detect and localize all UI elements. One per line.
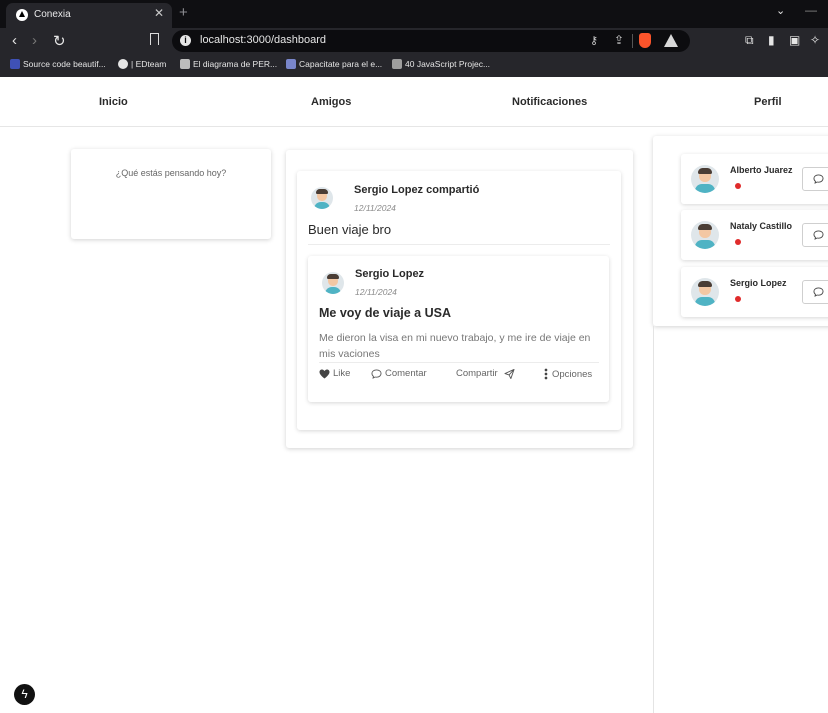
- comment-bubble-icon: [813, 287, 824, 297]
- like-button[interactable]: Like: [319, 368, 350, 379]
- bookmark-favicon-icon: [180, 59, 190, 69]
- avatar[interactable]: [691, 278, 719, 306]
- bookmark-favicon-icon: [118, 59, 128, 69]
- friend-name: Sergio Lopez: [730, 278, 787, 288]
- friend-item[interactable]: Nataly Castillo: [681, 210, 828, 260]
- tab-close-icon[interactable]: ✕: [154, 6, 164, 20]
- friend-item[interactable]: Sergio Lopez: [681, 267, 828, 317]
- url-text[interactable]: localhost:3000/dashboard: [200, 34, 326, 46]
- site-favicon-icon: [16, 9, 28, 21]
- bookmark-page-icon[interactable]: [150, 33, 159, 45]
- share-label: Compartir: [456, 368, 498, 379]
- bookmark-favicon-icon: [392, 59, 402, 69]
- sidebar-toggle-icon[interactable]: ▮: [768, 33, 775, 47]
- site-info-icon[interactable]: i: [180, 35, 191, 46]
- chat-button[interactable]: [802, 167, 828, 191]
- comment-bubble-icon: [371, 369, 382, 379]
- browser-tab-strip: Conexia ✕ + ⌄ —: [0, 0, 828, 28]
- avatar[interactable]: [322, 272, 344, 294]
- friend-name: Nataly Castillo: [730, 221, 793, 231]
- extensions-puzzle-icon[interactable]: ⧉: [745, 33, 754, 48]
- bookmark-item[interactable]: | EDteam: [118, 59, 166, 69]
- options-label: Opciones: [552, 369, 593, 380]
- nav-perfil[interactable]: Perfil: [754, 96, 782, 108]
- post-author[interactable]: Sergio Lopez: [355, 268, 424, 280]
- options-button[interactable]: Opciones: [543, 368, 592, 380]
- post-date: 12/11/2024: [355, 287, 397, 297]
- post-actions: Like Comentar Compartir Opciones: [308, 368, 609, 384]
- divider: [319, 362, 599, 363]
- bookmark-label: Capacitate para el e...: [299, 59, 383, 69]
- offline-status-dot: [735, 183, 741, 189]
- compose-post-card[interactable]: ¿Qué estás pensando hoy?: [71, 149, 271, 239]
- heart-icon: [319, 369, 330, 379]
- avatar[interactable]: [691, 165, 719, 193]
- omnibox-divider: [632, 34, 633, 48]
- brave-rewards-icon[interactable]: [664, 34, 678, 47]
- forward-icon[interactable]: ›: [32, 32, 37, 49]
- chat-button[interactable]: [802, 223, 828, 247]
- nav-amigos[interactable]: Amigos: [311, 96, 351, 108]
- more-vertical-icon: [544, 368, 548, 380]
- password-key-icon[interactable]: ⚷: [590, 34, 598, 47]
- address-bar[interactable]: i localhost:3000/dashboard ⚷ ⇪: [172, 30, 690, 52]
- share-button[interactable]: Compartir: [456, 368, 515, 379]
- bookmark-item[interactable]: 40 JavaScript Projec...: [392, 59, 490, 69]
- post-body: Me dieron la visa en mi nuevo trabajo, y…: [319, 332, 591, 360]
- bookmark-item[interactable]: Capacitate para el e...: [286, 59, 382, 69]
- share-comment-text: Buen viaje bro: [308, 222, 392, 237]
- avatar[interactable]: [691, 221, 719, 249]
- compose-placeholder[interactable]: ¿Qué estás pensando hoy?: [71, 168, 271, 178]
- friend-name: Alberto Juarez: [730, 165, 793, 175]
- browser-tab[interactable]: Conexia ✕: [6, 3, 172, 28]
- bookmark-item[interactable]: Source code beautif...: [10, 59, 106, 69]
- post-date: 12/11/2024: [354, 203, 396, 213]
- shared-post-card: Sergio Lopez compartió 12/11/2024 Buen v…: [297, 171, 621, 430]
- bookmark-item[interactable]: El diagrama de PER...: [180, 59, 277, 69]
- shared-author-line[interactable]: Sergio Lopez compartió: [354, 184, 479, 196]
- comment-label: Comentar: [385, 368, 427, 379]
- comment-button[interactable]: Comentar: [371, 368, 427, 379]
- minimize-window-icon[interactable]: —: [805, 3, 817, 17]
- top-navigation: Inicio Amigos Notificaciones Perfil: [0, 77, 828, 127]
- bookmark-favicon-icon: [10, 59, 20, 69]
- avatar[interactable]: [311, 187, 333, 209]
- chat-button[interactable]: [802, 280, 828, 304]
- bookmark-label: | EDteam: [131, 59, 167, 69]
- like-label: Like: [333, 368, 351, 379]
- browser-toolbar: ‹ › ↻ i localhost:3000/dashboard ⚷ ⇪ ⧉ ▮…: [0, 28, 828, 55]
- send-icon: [504, 369, 515, 379]
- wallet-icon[interactable]: ▣: [789, 33, 800, 47]
- bookmark-label: Source code beautif...: [23, 59, 106, 69]
- friend-item[interactable]: Alberto Juarez: [681, 154, 828, 204]
- offline-status-dot: [735, 239, 741, 245]
- back-icon[interactable]: ‹: [12, 32, 17, 49]
- reload-icon[interactable]: ↻: [53, 32, 66, 50]
- bookmark-label: 40 JavaScript Projec...: [405, 59, 491, 69]
- feed-container: Sergio Lopez compartió 12/11/2024 Buen v…: [286, 150, 633, 448]
- tab-search-chevron-icon[interactable]: ⌄: [776, 4, 785, 17]
- leo-ai-icon[interactable]: ✧: [810, 33, 820, 47]
- original-post-card: Sergio Lopez 12/11/2024 Me voy de viaje …: [308, 256, 609, 402]
- bookmark-label: El diagrama de PER...: [193, 59, 278, 69]
- divider: [308, 244, 610, 245]
- brave-shield-icon[interactable]: [639, 33, 651, 48]
- new-tab-icon[interactable]: +: [179, 4, 188, 21]
- comment-bubble-icon: [813, 230, 824, 240]
- friends-sidebar: Alberto Juarez Nataly Castillo Sergio Lo…: [653, 136, 828, 326]
- tab-title: Conexia: [34, 9, 71, 20]
- lightning-icon[interactable]: ϟ: [14, 684, 35, 705]
- nav-inicio[interactable]: Inicio: [99, 96, 128, 108]
- bookmarks-bar: Source code beautif... | EDteam El diagr…: [0, 55, 828, 77]
- sidebar-border: [653, 326, 654, 713]
- share-icon[interactable]: ⇪: [614, 33, 624, 47]
- comment-bubble-icon: [813, 174, 824, 184]
- offline-status-dot: [735, 296, 741, 302]
- post-title: Me voy de viaje a USA: [319, 306, 452, 320]
- bookmark-favicon-icon: [286, 59, 296, 69]
- nav-notificaciones[interactable]: Notificaciones: [512, 96, 587, 108]
